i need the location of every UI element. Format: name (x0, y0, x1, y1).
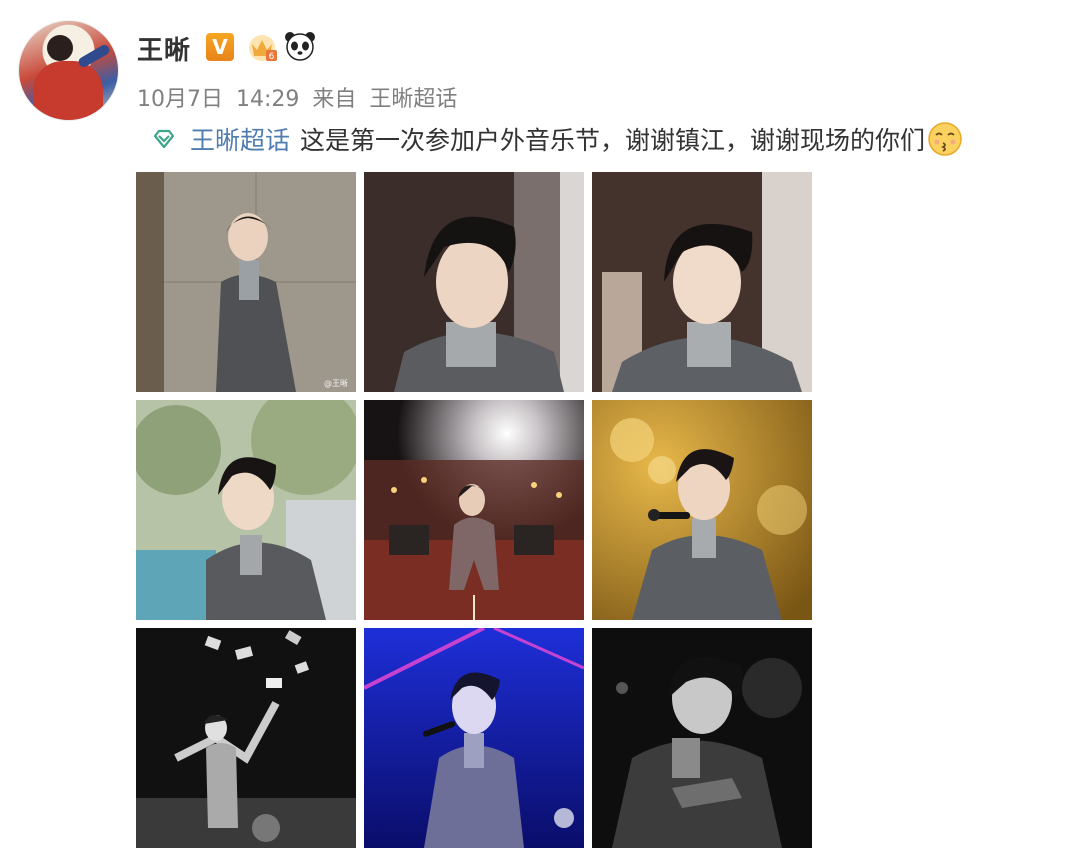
photo-4[interactable] (136, 400, 356, 620)
post-meta: 10月7日 14:29 来自 王晰超话 (137, 81, 463, 113)
photo-8[interactable] (364, 628, 584, 848)
crown-level-icon: 6 (249, 35, 277, 62)
photo-watermark: @王晰 (324, 378, 348, 388)
user-avatar[interactable] (18, 20, 119, 121)
post-content: 王晰超话 这是第一次参加户外音乐节，谢谢镇江，谢谢现场的你们 (152, 121, 963, 157)
photo-6[interactable] (592, 400, 812, 620)
username[interactable]: 王晰 (137, 30, 191, 67)
svg-text:6: 6 (269, 52, 275, 62)
supertopic-link[interactable]: 王晰超话 (190, 121, 290, 157)
source-prefix: 来自 (312, 87, 357, 112)
post-date[interactable]: 10月7日 (137, 87, 223, 112)
post-time[interactable]: 14:29 (236, 87, 299, 112)
post-text: 这是第一次参加户外音乐节，谢谢镇江，谢谢现场的你们 (300, 126, 926, 155)
kiss-emoji-icon (928, 122, 962, 156)
photo-2[interactable] (364, 172, 584, 392)
photo-1[interactable]: @王晰 (136, 172, 356, 392)
photo-7[interactable] (136, 628, 356, 848)
supertopic-icon (153, 129, 175, 149)
verified-badge-icon: V (206, 33, 234, 61)
photo-9[interactable] (592, 628, 812, 848)
photo-3[interactable] (592, 172, 812, 392)
panda-icon (285, 32, 315, 61)
post-source[interactable]: 王晰超话 (369, 87, 457, 112)
photo-5[interactable] (364, 400, 584, 620)
